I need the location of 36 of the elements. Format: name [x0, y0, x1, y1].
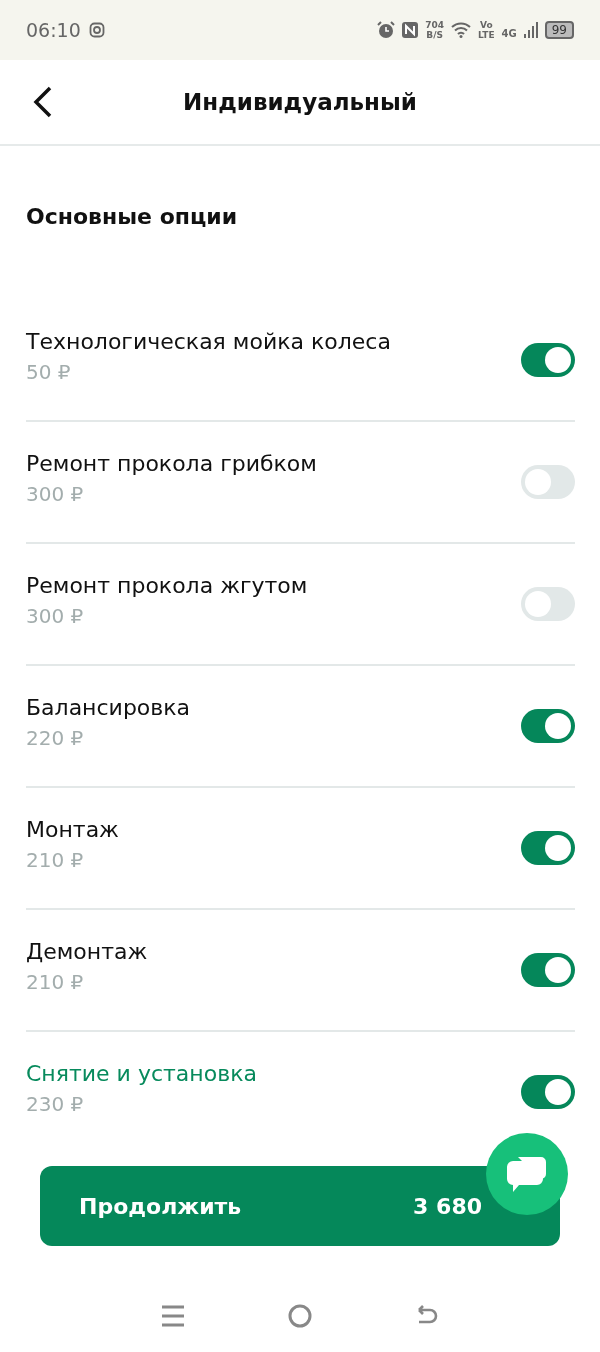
network-type: 4G: [501, 28, 517, 39]
option-toggle[interactable]: [521, 1075, 575, 1109]
option-name: Ремонт прокола жгутом: [26, 572, 309, 598]
option-toggle[interactable]: [521, 465, 575, 499]
option-toggle[interactable]: [521, 587, 575, 621]
option-name: Монтаж: [26, 816, 120, 842]
option-name: Технологическая мойка колеса: [26, 328, 392, 354]
option-name: Снятие и установка: [26, 1060, 258, 1086]
continue-button[interactable]: Продолжить 3 680: [40, 1166, 560, 1246]
option-price: 210 ₽: [26, 847, 85, 872]
option-toggle[interactable]: [521, 831, 575, 865]
camera-app-icon: [88, 22, 105, 38]
alarm-icon: [377, 21, 396, 39]
signal-icon: [523, 22, 538, 38]
option-toggle[interactable]: [521, 343, 575, 377]
option-name: Ремонт прокола грибком: [26, 450, 318, 476]
home-icon[interactable]: [288, 1304, 312, 1328]
volte-indicator: Vo LTE: [478, 20, 495, 40]
network-speed: 704 B/S: [425, 20, 444, 40]
wifi-icon: [451, 22, 471, 38]
option-price: 210 ₽: [26, 969, 85, 994]
option-toggle[interactable]: [521, 953, 575, 987]
option-name: Демонтаж: [26, 938, 149, 964]
option-price: 300 ₽: [26, 481, 85, 506]
nfc-icon: [402, 22, 419, 38]
clock: 06:10: [26, 19, 81, 41]
battery-level: 99: [544, 21, 574, 39]
option-price: 220 ₽: [26, 725, 85, 750]
option-name: Балансировка: [26, 694, 192, 720]
option-price: 300 ₽: [26, 603, 85, 628]
page-title: Индивидуальный: [183, 89, 417, 115]
option-toggle[interactable]: [521, 709, 575, 743]
menu-icon[interactable]: [161, 1305, 186, 1327]
section-title: Основные опции: [26, 204, 239, 230]
option-price: 230 ₽: [26, 1091, 85, 1116]
option-price: 50 ₽: [26, 359, 72, 384]
